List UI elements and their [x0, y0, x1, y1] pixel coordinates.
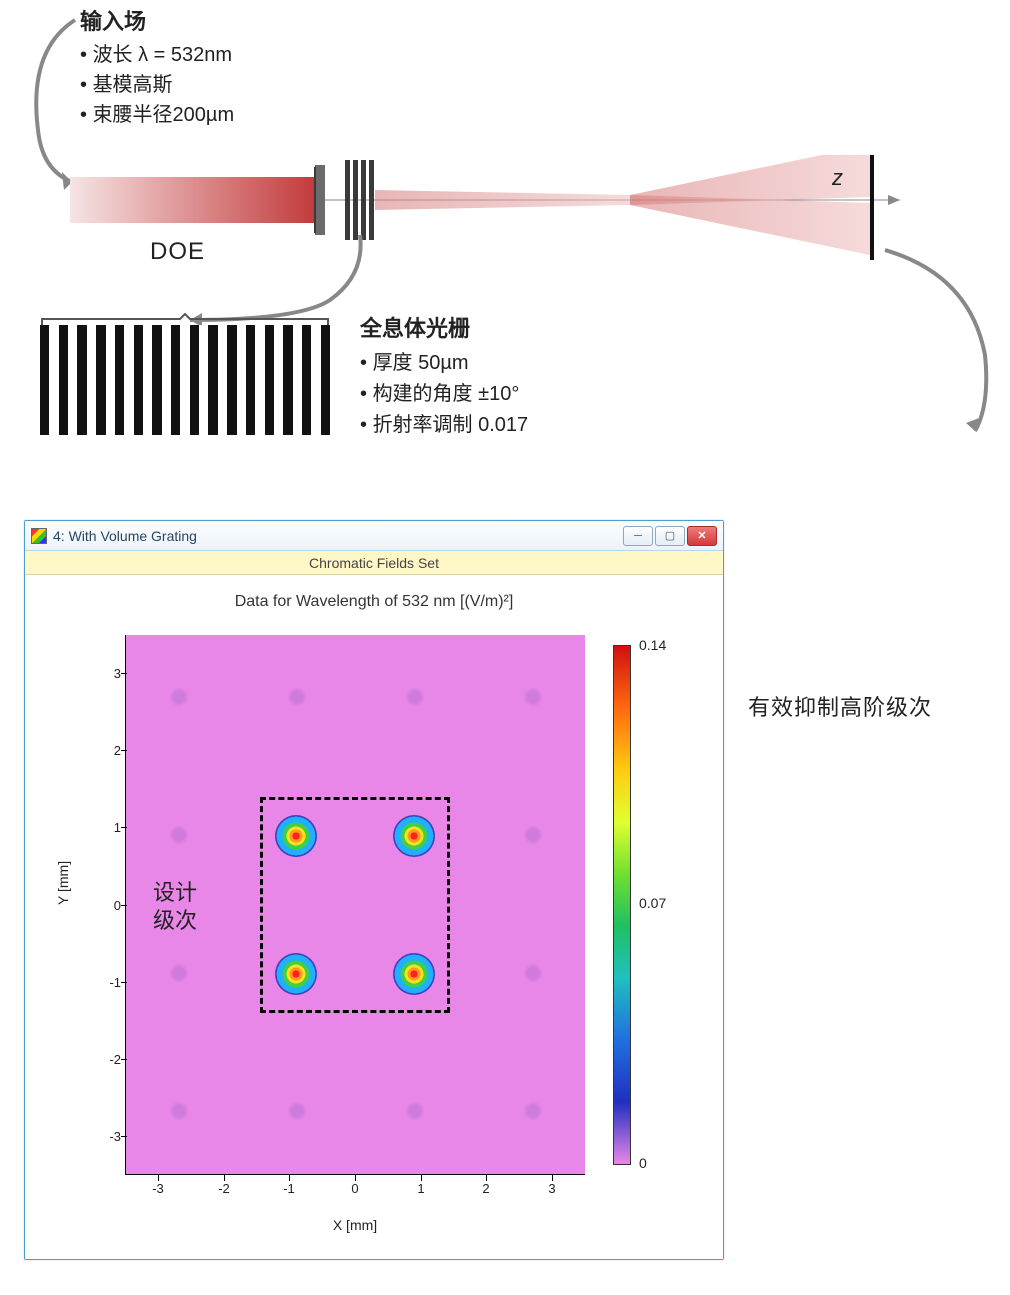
x-tick: 1 — [406, 1181, 436, 1196]
plot-body: Data for Wavelength of 532 nm [(V/m)²] — [25, 575, 723, 1259]
axis-z-label: z — [832, 165, 843, 191]
plot-title: Data for Wavelength of 532 nm [(V/m)²] — [25, 593, 723, 611]
optical-setup-diagram: 输入场 波长 λ = 532nm 基模高斯 束腰半径200µm — [0, 0, 1010, 480]
y-axis-label: Y [mm] — [55, 861, 71, 905]
output-pointer-arrow — [790, 245, 1010, 471]
x-tick: 3 — [537, 1181, 567, 1196]
grating-bullet-2: 构建的角度 ±10° — [360, 379, 528, 410]
x-tick: -3 — [143, 1181, 173, 1196]
y-tick: 3 — [91, 666, 121, 681]
y-tick: 2 — [91, 743, 121, 758]
window-titlebar[interactable]: 4: With Volume Grating ─ ▢ ✕ — [25, 521, 723, 551]
y-tick: -3 — [91, 1129, 121, 1144]
close-button[interactable]: ✕ — [687, 526, 717, 546]
y-tick: 0 — [91, 898, 121, 913]
window-title: 4: With Volume Grating — [53, 528, 617, 544]
colorbar-min: 0 — [639, 1155, 647, 1171]
y-tick: -2 — [91, 1052, 121, 1067]
plot-axes — [125, 635, 585, 1175]
colorbar-mid: 0.07 — [639, 895, 666, 911]
app-icon — [31, 528, 47, 544]
y-tick: -1 — [91, 975, 121, 990]
grating-bullet-1: 厚度 50µm — [360, 348, 528, 379]
plot-window: 4: With Volume Grating ─ ▢ ✕ Chromatic F… — [24, 520, 724, 1260]
higher-order-suppression-note: 有效抑制高阶级次 — [748, 690, 932, 722]
grating-specs: 全息体光栅 厚度 50µm 构建的角度 ±10° 折射率调制 0.017 — [360, 312, 528, 441]
minimize-button[interactable]: ─ — [623, 526, 653, 546]
x-tick: -2 — [209, 1181, 239, 1196]
x-tick: 0 — [340, 1181, 370, 1196]
grating-bracket — [40, 310, 330, 324]
x-tick: 2 — [471, 1181, 501, 1196]
grating-title: 全息体光栅 — [360, 312, 528, 346]
maximize-button[interactable]: ▢ — [655, 526, 685, 546]
grating-bullet-3: 折射率调制 0.017 — [360, 410, 528, 441]
grating-pattern — [40, 325, 330, 435]
window-subtitle: Chromatic Fields Set — [25, 551, 723, 575]
y-tick: 1 — [91, 820, 121, 835]
colorbar-max: 0.14 — [639, 637, 666, 653]
colorbar — [613, 645, 631, 1165]
x-axis-label: X [mm] — [25, 1217, 685, 1233]
x-tick: -1 — [274, 1181, 304, 1196]
